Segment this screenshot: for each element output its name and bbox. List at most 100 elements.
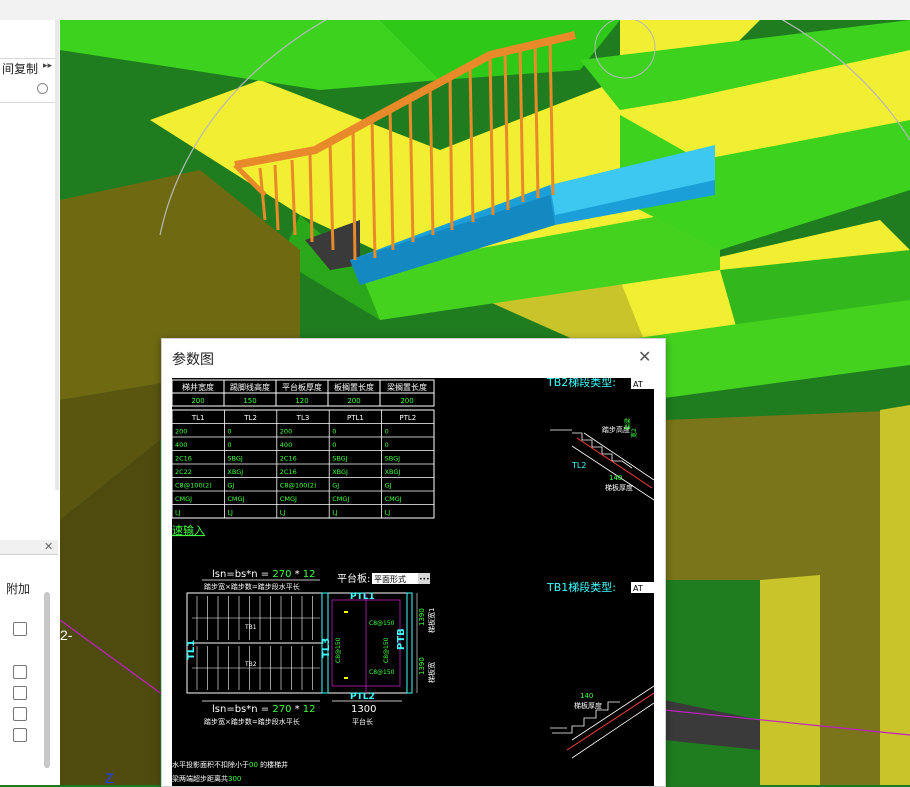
table-cell[interactable]: XBGJ [227,468,243,476]
table-cell[interactable]: LJ [227,509,233,517]
table-cell[interactable]: SBGJ [385,455,401,463]
table-cell[interactable]: GJ [385,482,392,490]
table-cell[interactable]: 200 [400,397,413,405]
attach-checkbox[interactable] [13,665,27,679]
formula-top: lsn=bs*n = 270 * 12 [212,569,316,580]
table-cell[interactable]: 200 [175,428,187,436]
copy-button[interactable]: 间复制 [2,60,38,77]
table-cell[interactable]: 0 [227,428,231,436]
table-cell[interactable]: 400 [175,441,187,449]
table-cell[interactable]: XBGJ [385,468,401,476]
table-cell[interactable]: CMGJ [385,495,402,503]
panel-splitter[interactable] [55,20,59,490]
table-cell[interactable]: CMGJ [227,495,244,503]
table-header: 踢脚线高度 [230,382,270,392]
tb1-label: TB1 [244,624,257,631]
tb2-detail: 踏步高度 TL2 140 梯板厚度 梯梁 宽2 [550,418,654,501]
tb2-label: TB2 [244,661,257,668]
title-bar [0,0,910,20]
beam-width-label: 宽2 [630,428,638,438]
thickness-value: 140 [580,692,593,700]
table-header: 梯井宽度 [182,382,214,392]
properties-header: ✕ [0,540,58,555]
table-cell[interactable]: SBGJ [227,455,243,463]
column-header-attach: 附加 [6,582,31,596]
close-icon[interactable]: ✕ [44,540,53,553]
table-cell[interactable]: 0 [385,441,389,449]
attach-checkbox[interactable] [13,686,27,700]
tb2-type-value: AT [633,380,643,389]
table-cell[interactable]: GJ [332,482,339,490]
ptl2-label: PTL2 [350,692,375,702]
note-line: 梁两端超步距离共300 [172,774,241,783]
table-header: PTL1 [347,414,364,422]
tl2-label: TL2 [571,461,586,470]
table-cell[interactable]: 0 [385,428,389,436]
scrollbar[interactable] [44,592,50,768]
table-cell[interactable]: 2C16 [175,455,192,463]
tb2-type-label: TB2梯段类型: [546,378,616,389]
dimension-value: 1390 [418,657,426,675]
table-cell[interactable]: XBGJ [332,468,348,476]
table-cell[interactable]: 200 [280,428,292,436]
table-cell[interactable]: 200 [191,397,204,405]
ptl1-label: PTL1 [350,592,375,602]
tb1-type-label: TB1梯段类型: [546,580,616,594]
dimension-caption: 梯板宽 [427,662,436,683]
platform-length: 1300 [351,704,376,715]
parameter-drawing: 梯井宽度 踢脚线高度 平台板厚度 板搁置长度 梁搁置长度 200 150 120… [172,378,654,786]
quick-input-link[interactable]: 速输入 [172,523,205,537]
tl1-label: TL1 [186,640,197,660]
table-cell[interactable]: LJ [280,509,286,517]
attach-checkbox[interactable] [13,622,27,636]
attach-checkbox[interactable] [13,728,27,742]
table-header: TL1 [191,414,205,422]
table-cell[interactable]: 0 [332,441,336,449]
column [760,575,820,785]
table-cell[interactable]: 400 [280,441,292,449]
dimension-value: 1390 [418,608,426,626]
close-icon[interactable]: ✕ [638,347,651,366]
tb1-detail: 140 梯板厚度 [550,685,654,759]
thickness-label: 梯板厚度 [605,483,633,492]
panel-tab[interactable] [0,42,56,59]
formula-top-caption: 踏步宽×踏步数=踏步段水平长 [204,582,300,591]
table-cell[interactable]: 150 [243,397,256,405]
stair-plan: TB1 TB2 TL1 TL3 PTL1 PTL2 C8@150 C8@150 … [186,592,436,702]
thickness-value: 140 [609,474,622,482]
main-table: TL1 TL2 TL3 PTL1 PTL2 200 0 200 0 0 400 0 400 0 0 2C16 S… [172,409,435,519]
table-cell[interactable]: 0 [227,441,231,449]
table-cell[interactable]: CMGJ [280,495,297,503]
formula-bottom-caption: 踏步宽×踏步数=踏步段水平长 [204,717,300,726]
attach-checkbox[interactable] [13,707,27,721]
table-cell[interactable]: CMGJ [175,495,192,503]
table-cell[interactable]: SBGJ [332,455,348,463]
table-cell[interactable]: GJ [227,482,234,490]
z-axis-label: Z [105,770,114,785]
table-cell[interactable]: 2C16 [280,455,297,463]
table-cell[interactable]: 2C22 [175,468,192,476]
table-cell[interactable]: LJ [175,509,181,517]
formula-bottom: lsn=bs*n = 270 * 12 [212,704,316,715]
table-cell[interactable]: CMGJ [332,495,349,503]
search-icon[interactable] [37,83,48,94]
table-cell[interactable]: 2C16 [280,468,297,476]
table-cell[interactable]: 0 [332,428,336,436]
dialog-title: 参数图 [172,352,214,368]
table-cell[interactable]: C8@100(2) [280,482,317,490]
rebar-label: C8@150 [335,637,342,663]
dimension-caption: 梯板宽1 [427,608,436,633]
thickness-label: 梯板厚度 [574,701,602,710]
table-cell[interactable]: LJ [332,509,338,517]
table-cell[interactable]: 120 [295,397,308,405]
table-header: 平台板厚度 [282,382,322,392]
table-cell[interactable]: 200 [347,397,360,405]
table-cell[interactable]: LJ [385,509,391,517]
table-header: TL3 [296,414,310,422]
properties-panel: ✕ 附加 [0,540,60,785]
platform-select-value: 平面形式 [374,574,406,584]
table-cell[interactable]: C8@100(2) [175,482,212,490]
tb1-type-value: AT [633,584,643,593]
table-header: PTL2 [399,414,416,422]
expand-icon[interactable]: ▸▸ [43,61,52,71]
